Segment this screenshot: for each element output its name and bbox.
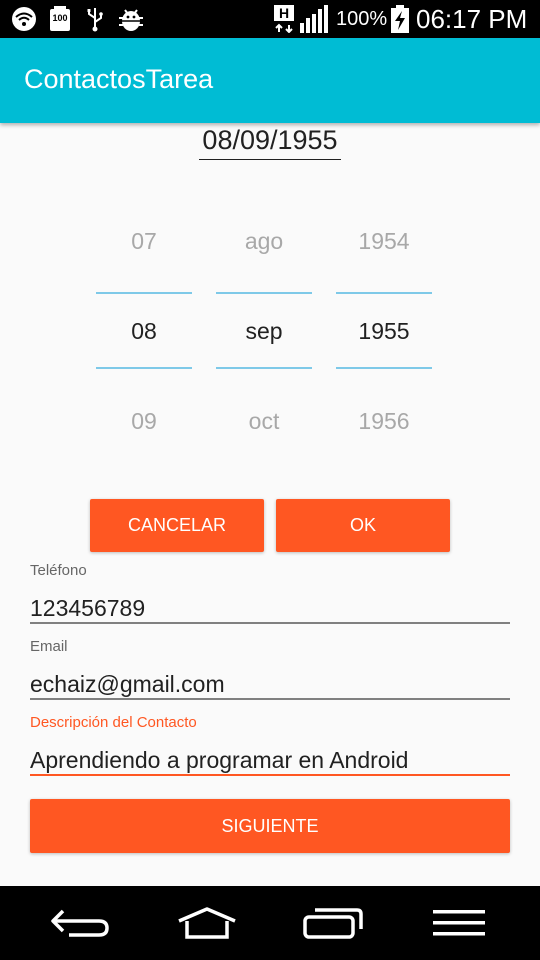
picker-divider: [216, 367, 312, 369]
navigation-bar: [0, 886, 540, 960]
signal-icon: [300, 5, 330, 33]
description-field[interactable]: Aprendiendo a programar en Android: [30, 744, 510, 776]
network-h-icon: H: [272, 5, 296, 33]
clock: 06:17 PM: [416, 4, 528, 34]
selected-date-display: 08/09/1955: [199, 122, 341, 160]
picker-divider: [96, 367, 192, 369]
picker-divider: [216, 292, 312, 294]
month-picker[interactable]: ago sep oct: [216, 200, 312, 460]
email-field[interactable]: echaiz@gmail.com: [30, 668, 510, 700]
ok-button[interactable]: OK: [276, 499, 450, 552]
next-button[interactable]: SIGUIENTE: [30, 799, 510, 853]
picker-divider: [336, 292, 432, 294]
recent-apps-icon[interactable]: [288, 886, 378, 960]
notification-badge: 100: [52, 13, 68, 23]
email-label: Email: [30, 638, 68, 655]
day-current[interactable]: 08: [96, 318, 192, 345]
year-next[interactable]: 1956: [336, 408, 432, 435]
year-prev[interactable]: 1954: [336, 228, 432, 255]
android-debug-icon: [117, 5, 145, 33]
month-prev[interactable]: ago: [216, 228, 312, 255]
year-picker[interactable]: 1954 1955 1956: [336, 200, 432, 460]
battery-percentage: 100%: [336, 8, 388, 30]
phone-field[interactable]: 123456789: [30, 592, 510, 624]
picker-divider: [336, 367, 432, 369]
description-label: Descripción del Contacto: [30, 714, 197, 731]
month-current[interactable]: sep: [216, 318, 312, 345]
day-prev[interactable]: 07: [96, 228, 192, 255]
home-icon[interactable]: [162, 886, 252, 960]
status-bar: 100 H 100% 06:17 PM: [0, 0, 540, 38]
picker-divider: [96, 292, 192, 294]
back-icon[interactable]: [36, 886, 126, 960]
network-letter: H: [278, 5, 290, 21]
notification-icon: 100: [49, 5, 71, 33]
app-title: ContactosTarea: [24, 64, 214, 94]
menu-icon[interactable]: [414, 886, 504, 960]
app-bar: ContactosTarea: [0, 38, 540, 123]
day-picker[interactable]: 07 08 09: [96, 200, 192, 460]
day-next[interactable]: 09: [96, 408, 192, 435]
wifi-icon: [10, 5, 38, 33]
cancel-button[interactable]: CANCELAR: [90, 499, 264, 552]
month-next[interactable]: oct: [216, 408, 312, 435]
phone-label: Teléfono: [30, 562, 87, 579]
battery-charging-icon: [390, 5, 410, 33]
year-current[interactable]: 1955: [336, 318, 432, 345]
usb-icon: [86, 5, 104, 33]
